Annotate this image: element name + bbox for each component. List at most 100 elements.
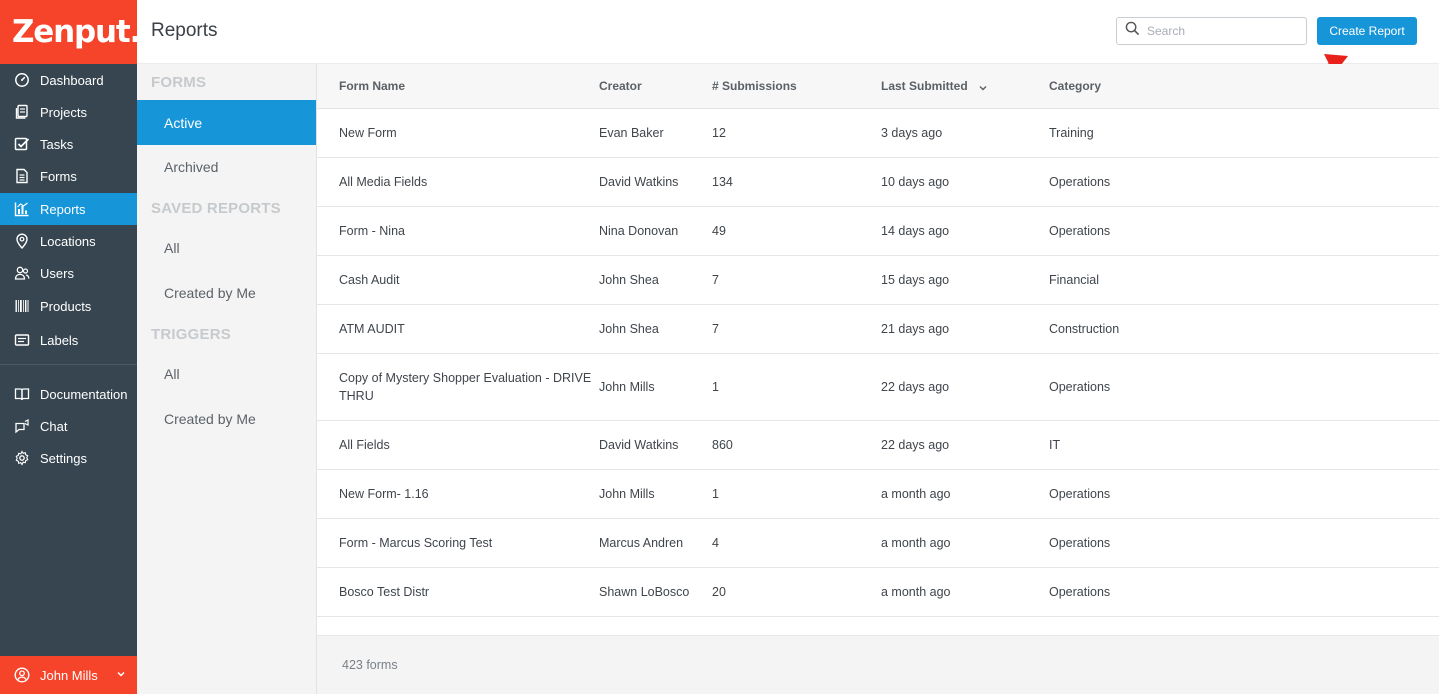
labels-icon (14, 332, 30, 348)
cell-form-name: ATM AUDIT (339, 322, 405, 336)
cell-last-submitted: 15 days ago (881, 273, 950, 287)
cell-creator: John Shea (599, 322, 659, 336)
logo-text: Zenput. (12, 14, 141, 50)
create-report-button[interactable]: Create Report (1317, 17, 1417, 45)
column-header-last-submitted[interactable]: Last Submitted (881, 79, 988, 93)
cell-submissions: 1 (712, 380, 719, 394)
nav-item-tasks[interactable]: Tasks (0, 128, 137, 160)
table-row[interactable]: Cash Audit John Shea 7 15 days ago Finan… (317, 256, 1439, 305)
column-header-form-name[interactable]: Form Name (339, 79, 405, 93)
cell-submissions: 49 (712, 224, 726, 238)
cell-creator: Nina Donovan (599, 224, 679, 238)
nav-item-chat[interactable]: Chat (0, 410, 137, 442)
cell-last-submitted: a month ago (881, 487, 951, 501)
nav-item-reports[interactable]: Reports (0, 193, 137, 225)
nav-item-labels[interactable]: Labels (0, 324, 137, 356)
cell-form-name: Copy of Mystery Shopper Evaluation - DRI… (339, 371, 592, 403)
search-box[interactable] (1116, 17, 1307, 45)
cell-category: Operations (1049, 175, 1111, 189)
cell-submissions: 12 (712, 126, 726, 140)
nav-item-locations[interactable]: Locations (0, 225, 137, 257)
nav-item-forms[interactable]: Forms (0, 160, 137, 192)
cell-submissions: 1 (712, 487, 719, 501)
cell-creator: John Mills (599, 487, 655, 501)
nav-item-settings[interactable]: Settings (0, 442, 137, 474)
subnav-forms-archived[interactable]: Archived (137, 144, 316, 189)
nav-label: Labels (40, 332, 79, 348)
cell-form-name: All Fields (339, 438, 390, 452)
cell-creator: John Shea (599, 273, 659, 287)
column-header-category[interactable]: Category (1049, 79, 1101, 93)
zenput-logo[interactable]: Zenput. (0, 0, 141, 64)
top-header: Reports Create Report (137, 0, 1439, 64)
table-row[interactable]: Bosco Test Distr Shawn LoBosco 20 a mont… (317, 568, 1439, 617)
forms-section-heading: FORMS (151, 74, 207, 91)
page-title: Reports (151, 20, 218, 41)
nav-label: Reports (40, 201, 86, 217)
book-icon (14, 386, 30, 402)
cell-last-submitted: 22 days ago (881, 438, 950, 452)
cell-creator: Marcus Andren (599, 536, 684, 550)
table-row[interactable]: Form - Nina Nina Donovan 49 14 days ago … (317, 207, 1439, 256)
cell-category: Operations (1049, 380, 1111, 394)
cell-category: Operations (1049, 536, 1111, 550)
cell-creator: David Watkins (599, 438, 679, 452)
cell-category: Operations (1049, 224, 1111, 238)
projects-icon (14, 104, 30, 120)
subnav-triggers-created-by-me[interactable]: Created by Me (137, 396, 316, 441)
cell-form-name: New Form- 1.16 (339, 487, 429, 501)
cell-last-submitted: 14 days ago (881, 224, 950, 238)
gear-icon (14, 450, 30, 466)
nav-item-users[interactable]: Users (0, 257, 137, 289)
cell-form-name: Form - Marcus Scoring Test (339, 536, 493, 550)
table-row[interactable]: New Form- 1.16 John Mills 1 a month ago … (317, 470, 1439, 519)
table-row[interactable]: All Media Fields David Watkins 134 10 da… (317, 158, 1439, 207)
barcode-icon (14, 298, 30, 314)
subnav-triggers-all[interactable]: All (137, 351, 316, 396)
cell-form-name: Form - Nina (339, 224, 405, 238)
tasks-icon (14, 136, 30, 152)
dashboard-icon (14, 72, 30, 88)
users-icon (14, 265, 30, 281)
subnav-forms-active[interactable]: Active (137, 100, 316, 145)
cell-category: Training (1049, 126, 1094, 140)
nav-label: Dashboard (40, 72, 104, 88)
nav-item-dashboard[interactable]: Dashboard (0, 64, 137, 96)
location-pin-icon (14, 233, 30, 249)
table-row[interactable]: Form - Marcus Scoring Test Marcus Andren… (317, 519, 1439, 568)
table-row[interactable]: Copy of Mystery Shopper Evaluation - DRI… (317, 354, 1439, 421)
nav-label: Chat (40, 418, 68, 434)
cell-submissions: 7 (712, 273, 719, 287)
nav-label: Tasks (40, 136, 74, 152)
nav-divider (0, 364, 137, 365)
user-circle-icon (14, 667, 30, 683)
nav-item-documentation[interactable]: Documentation (0, 378, 137, 410)
column-header-submissions[interactable]: # Submissions (712, 79, 797, 93)
cell-submissions: 20 (712, 585, 726, 599)
cell-last-submitted: 22 days ago (881, 380, 950, 394)
nav-item-products[interactable]: Products (0, 290, 137, 322)
subnav-saved-created-by-me[interactable]: Created by Me (137, 270, 316, 315)
table-row[interactable]: All Fields David Watkins 860 22 days ago… (317, 421, 1439, 470)
table-row[interactable]: New Form Evan Baker 12 3 days ago Traini… (317, 109, 1439, 158)
table-row[interactable]: ATM AUDIT John Shea 7 21 days ago Constr… (317, 305, 1439, 354)
cell-creator: David Watkins (599, 175, 679, 189)
subnav-saved-all[interactable]: All (137, 225, 316, 270)
nav-label: Users (40, 265, 74, 281)
nav-label: Projects (40, 104, 87, 120)
nav-label: Forms (40, 168, 77, 184)
cell-submissions: 7 (712, 322, 719, 336)
cell-creator: Evan Baker (599, 126, 664, 140)
cell-last-submitted: 10 days ago (881, 175, 950, 189)
chevron-down-icon (115, 668, 127, 680)
reports-subnav: FORMS Active Archived SAVED REPORTS All … (137, 64, 317, 694)
sort-chevron-down-icon (978, 82, 988, 92)
search-input[interactable] (1147, 24, 1297, 38)
search-icon (1125, 21, 1140, 41)
forms-count: 423 forms (342, 658, 398, 672)
cell-category: Construction (1049, 322, 1120, 336)
nav-item-projects[interactable]: Projects (0, 96, 137, 128)
column-header-creator[interactable]: Creator (599, 79, 642, 93)
nav-label: Settings (40, 450, 87, 466)
user-menu[interactable]: John Mills (0, 656, 137, 694)
